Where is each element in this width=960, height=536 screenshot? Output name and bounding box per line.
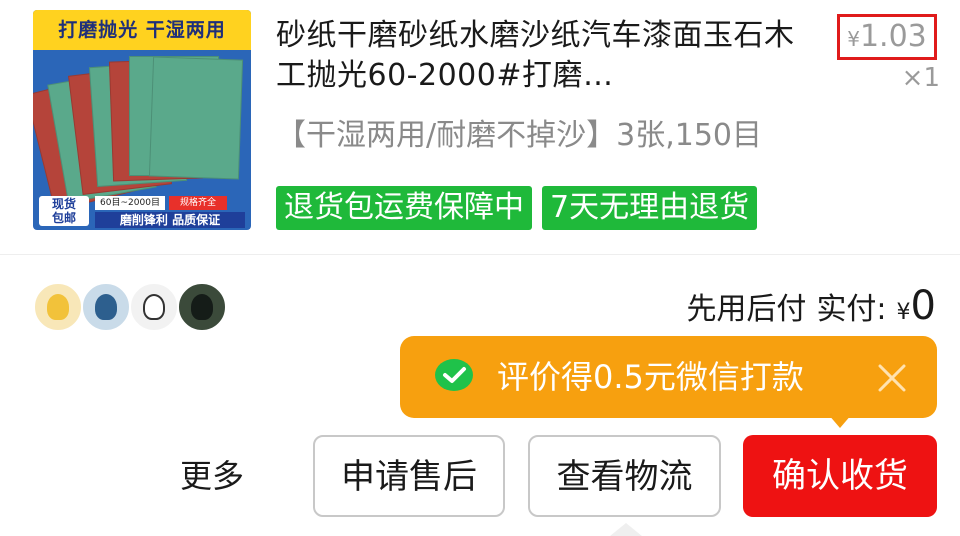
avatar (81, 282, 131, 332)
badge-free-return-shipping: 退货包运费保障中 (276, 186, 532, 230)
confirm-receipt-button[interactable]: 确认收货 (743, 435, 937, 517)
payment-value: 0 (910, 283, 936, 329)
payment-currency: ¥ (896, 300, 911, 325)
view-logistics-button[interactable]: 查看物流 (528, 435, 721, 517)
thumbnail-tag-quality: 磨削锋利 品质保证 (95, 212, 245, 228)
price-currency: ¥ (847, 27, 860, 51)
product-card[interactable]: 打磨抛光 干湿两用 现货 包邮 60目~2000目 规格齐全 磨削锋利 品质保证… (0, 0, 960, 254)
payment-amount: ¥0 (897, 284, 936, 328)
payment-mode: 先用后付 (686, 292, 807, 327)
thumbnail-banner: 打磨抛光 干湿两用 (33, 10, 251, 50)
product-thumbnail[interactable]: 打磨抛光 干湿两用 现货 包邮 60目~2000目 规格齐全 磨削锋利 品质保证 (33, 10, 251, 230)
wechat-icon (435, 359, 473, 391)
avatar (177, 282, 227, 332)
avatar (33, 282, 83, 332)
badge-7-day-return: 7天无理由退货 (542, 186, 758, 230)
tooltip-pointer (828, 414, 852, 428)
thumbnail-tag-spec: 规格齐全 (169, 196, 227, 210)
product-title[interactable]: 砂纸干磨砂纸水磨沙纸汽车漆面玉石木工抛光60-2000#打磨… (276, 16, 816, 96)
payment-summary: 先用后付 实付: ¥0 (686, 284, 936, 332)
thumbnail-tag-instock: 现货 包邮 (39, 196, 89, 226)
thumbnail-tag-range: 60目~2000目 (95, 196, 165, 210)
more-button[interactable]: 更多 (180, 448, 244, 504)
bottom-pointer (610, 523, 642, 536)
divider (0, 254, 960, 255)
price-box: ¥1.03 (837, 14, 937, 60)
product-spec: 【干湿两用/耐磨不掉沙】3张,150目 (276, 118, 762, 153)
price-value: 1.03 (859, 19, 927, 54)
sheet (148, 56, 244, 180)
order-actions: 更多 申请售后 查看物流 确认收货 (0, 430, 960, 522)
quantity: ×1 (901, 63, 940, 93)
review-reward-tooltip[interactable]: 评价得0.5元微信打款 (400, 336, 937, 418)
tooltip-text: 评价得0.5元微信打款 (497, 358, 804, 396)
after-sales-button[interactable]: 申请售后 (313, 435, 505, 517)
payment-label: 实付: (816, 292, 887, 327)
avatar (129, 282, 179, 332)
sandpaper-sheets-graphic (33, 52, 245, 212)
close-icon[interactable] (872, 358, 912, 398)
service-badges: 退货包运费保障中 7天无理由退货 (276, 186, 758, 230)
